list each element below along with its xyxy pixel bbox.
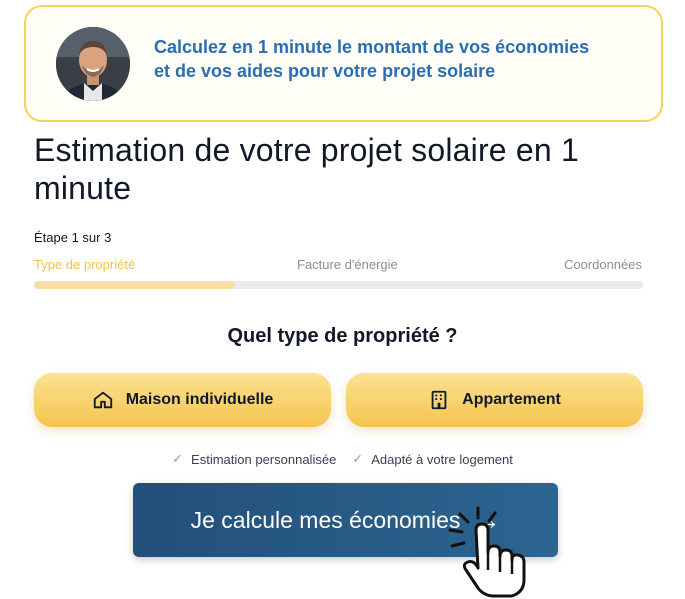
apartment-option-button[interactable]: Appartement <box>346 373 643 427</box>
advisor-portrait <box>56 27 130 101</box>
page-title: Estimation de votre projet solaire en 1 … <box>34 132 579 206</box>
step-label-property-type: Type de propriété <box>34 257 136 272</box>
feature-label: Adapté à votre logement <box>371 451 513 467</box>
feature-list: ✓ Estimation personnalisée ✓ Adapté à vo… <box>0 451 685 467</box>
progress-bar <box>34 281 643 289</box>
check-icon: ✓ <box>352 451 364 466</box>
apartment-icon <box>431 390 447 410</box>
cta-label: Je calcule mes économies <box>190 506 461 533</box>
pointing-hand-icon <box>448 506 526 598</box>
house-option-label: Maison individuelle <box>125 391 274 408</box>
feature-item: ✓ Estimation personnalisée <box>172 451 336 467</box>
progress-fill <box>34 281 235 289</box>
banner-line-1: Calculez en 1 minute le montant de vos é… <box>154 37 590 57</box>
question-heading: Quel type de propriété ? <box>227 325 458 347</box>
feature-item: ✓ Adapté à votre logement <box>352 451 513 467</box>
feature-label: Estimation personnalisée <box>191 451 337 467</box>
promo-banner: Calculez en 1 minute le montant de vos é… <box>24 5 663 122</box>
house-icon <box>93 391 112 409</box>
banner-line-2: et de vos aides pour votre projet solair… <box>154 61 496 81</box>
banner-message: Calculez en 1 minute le montant de vos é… <box>154 35 654 83</box>
step-counter: Étape 1 sur 3 <box>34 230 112 245</box>
apartment-option-label: Appartement <box>462 391 561 408</box>
step-label-energy-bill: Facture d'énergie <box>297 257 398 272</box>
house-option-button[interactable]: Maison individuelle <box>34 373 331 427</box>
avatar <box>56 27 130 101</box>
check-icon: ✓ <box>172 451 184 466</box>
step-label-contact: Coordonnées <box>563 257 642 272</box>
